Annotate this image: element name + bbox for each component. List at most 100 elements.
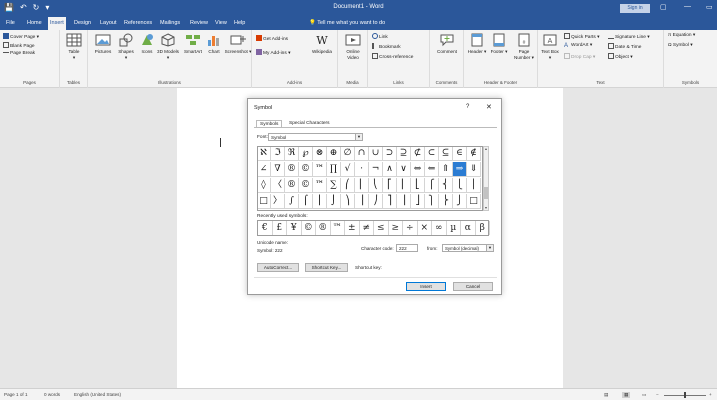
wordart-button[interactable]: A WordArt ▾	[564, 43, 592, 49]
symbol-cell[interactable]: ⎬	[439, 194, 453, 209]
chart-button[interactable]: Chart	[205, 33, 223, 55]
symbol-cell[interactable]: ⎧	[425, 178, 439, 193]
tab-special-characters[interactable]: Special Characters	[286, 120, 333, 127]
symbol-cell[interactable]: ⎫	[425, 194, 439, 209]
symbol-cell[interactable]: ⇒	[453, 162, 467, 177]
chevron-down-icon[interactable]: ▼	[486, 245, 493, 251]
symbol-cell[interactable]: ⎢	[397, 178, 411, 193]
scroll-thumb[interactable]	[484, 187, 488, 199]
footer-button[interactable]: Footer ▾	[488, 33, 510, 55]
tab-references[interactable]: References	[122, 17, 154, 30]
symbol-cell[interactable]: ¬	[369, 162, 383, 177]
minimize-icon[interactable]: —	[684, 3, 691, 10]
3d-models-button[interactable]: 3D Models ▾	[156, 33, 180, 60]
tab-help[interactable]: Help	[232, 17, 247, 30]
object-button[interactable]: Object ▾	[608, 53, 633, 61]
symbol-cell[interactable]: ⎟	[355, 194, 369, 209]
symbol-cell[interactable]: ⎝	[369, 178, 383, 193]
symbol-cell[interactable]: ⎞	[341, 194, 355, 209]
recent-symbol-cell[interactable]: ≤	[374, 221, 389, 235]
symbol-button[interactable]: Ω Symbol ▾	[668, 43, 693, 49]
recent-symbol-cell[interactable]: ≥	[389, 221, 403, 235]
symbol-grid-scrollbar[interactable]: ▲ ▼	[483, 146, 489, 211]
symbol-cell[interactable]: ⇐	[425, 162, 439, 177]
tab-layout[interactable]: Layout	[98, 17, 119, 30]
link-button[interactable]: Link	[372, 33, 388, 41]
zoom-slider-thumb[interactable]	[684, 392, 686, 398]
symbol-cell[interactable]: ∑	[327, 178, 341, 193]
symbol-cell[interactable]: ◊	[257, 178, 271, 193]
get-add-ins-button[interactable]: Get Add-ins	[256, 35, 288, 43]
scroll-down-icon[interactable]: ▼	[484, 206, 488, 210]
recent-symbol-cell[interactable]: £	[273, 221, 287, 235]
from-select[interactable]: Symbol (decimal) ▼	[442, 244, 494, 252]
wikipedia-button[interactable]: W Wikipedia	[308, 33, 336, 55]
symbol-cell[interactable]: ⎪	[467, 178, 481, 193]
symbol-cell[interactable]: ∨	[397, 162, 411, 177]
date-time-button[interactable]: Date & Time	[608, 43, 641, 51]
zoom-out-icon[interactable]: −	[656, 392, 659, 397]
symbol-cell[interactable]: 〈	[271, 178, 285, 193]
scroll-up-icon[interactable]: ▲	[484, 147, 488, 151]
tab-design[interactable]: Design	[72, 17, 93, 30]
symbol-cell[interactable]: ⎡	[383, 178, 397, 193]
symbol-cell[interactable]: ∩	[355, 146, 369, 161]
character-code-input[interactable]: 222	[396, 244, 418, 252]
symbol-cell[interactable]: ⊄	[411, 146, 425, 161]
recent-symbol-cell[interactable]: ±	[345, 221, 360, 235]
symbol-cell[interactable]: ⇔	[411, 162, 425, 177]
symbol-cell[interactable]: ∇	[271, 162, 285, 177]
symbol-cell[interactable]: ∅	[341, 146, 355, 161]
symbol-cell[interactable]: ℑ	[271, 146, 285, 161]
cover-page-button[interactable]: Cover Page ▾	[3, 33, 39, 41]
help-button[interactable]: ?	[466, 104, 469, 110]
recent-symbol-cell[interactable]: ®	[316, 221, 331, 235]
read-mode-icon[interactable]: ▤	[604, 392, 608, 398]
symbol-cell[interactable]: ™	[313, 178, 327, 193]
symbol-cell[interactable]: □	[257, 194, 271, 209]
symbol-cell[interactable]: ®	[285, 162, 299, 177]
sign-in-button[interactable]: Sign in	[620, 4, 650, 13]
blank-page-button[interactable]: Blank Page	[3, 42, 35, 50]
icons-button[interactable]: Icons	[138, 33, 156, 55]
symbol-cell[interactable]: ⎩	[453, 178, 467, 193]
symbol-cell[interactable]: ⊗	[313, 146, 327, 161]
drop-cap-button[interactable]: Drop Cap ▾	[564, 53, 595, 61]
symbol-cell[interactable]: ∫	[285, 194, 299, 209]
symbol-cell[interactable]: ⎭	[453, 194, 467, 209]
recent-symbol-cell[interactable]: ™	[331, 221, 345, 235]
symbol-cell[interactable]: ∏	[327, 162, 341, 177]
insert-button[interactable]: Insert	[406, 282, 446, 291]
close-icon[interactable]: ✕	[486, 103, 492, 111]
recent-symbol-cell[interactable]: ∞	[432, 221, 447, 235]
recent-symbol-cell[interactable]: µ	[447, 221, 461, 235]
symbol-cell[interactable]: ⎠	[369, 194, 383, 209]
symbol-cell[interactable]: ™	[313, 162, 327, 177]
recent-symbol-cell[interactable]: ×	[418, 221, 432, 235]
tab-home[interactable]: Home	[25, 17, 44, 30]
shapes-button[interactable]: Shapes ▾	[115, 33, 137, 60]
bookmark-button[interactable]: Bookmark	[372, 43, 401, 51]
symbol-cell[interactable]: ⎤	[383, 194, 397, 209]
tab-insert[interactable]: Insert	[48, 17, 66, 30]
chevron-down-icon[interactable]: ▼	[355, 134, 362, 140]
tab-mailings[interactable]: Mailings	[158, 17, 182, 30]
symbol-cell[interactable]: ⊂	[425, 146, 439, 161]
shortcut-key-button[interactable]: Shortcut Key...	[305, 263, 348, 272]
symbol-cell[interactable]: ⊕	[327, 146, 341, 161]
symbol-cell[interactable]: ⎮	[313, 194, 327, 209]
symbol-cell[interactable]: ⎦	[411, 194, 425, 209]
tab-file[interactable]: File	[4, 17, 17, 30]
recent-symbol-cell[interactable]: ©	[302, 221, 316, 235]
symbol-cell[interactable]: √	[341, 162, 355, 177]
ribbon-display-icon[interactable]: ▢	[660, 3, 667, 11]
screenshot-button[interactable]: Screenshot ▾	[224, 33, 252, 55]
tab-view[interactable]: View	[213, 17, 229, 30]
symbol-cell[interactable]: ℵ	[257, 146, 271, 161]
web-layout-icon[interactable]: ▭	[642, 392, 646, 398]
smartart-button[interactable]: SmartArt	[181, 33, 205, 55]
tab-review[interactable]: Review	[188, 17, 210, 30]
symbol-cell[interactable]: ∠	[257, 162, 271, 177]
symbol-cell[interactable]: ⊇	[397, 146, 411, 161]
recent-symbol-cell[interactable]: €	[258, 221, 273, 235]
